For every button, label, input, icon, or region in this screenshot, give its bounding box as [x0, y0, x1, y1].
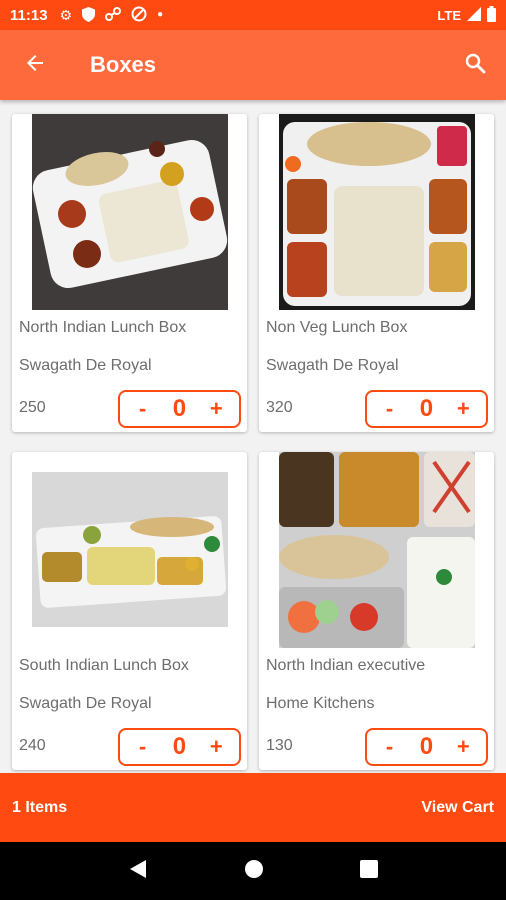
product-image — [32, 452, 228, 648]
signal-icon — [467, 6, 481, 24]
shield-icon — [82, 6, 96, 24]
dot-icon: ● — [157, 9, 164, 20]
vpn-key-icon — [105, 7, 122, 23]
decrement-button[interactable]: - — [128, 396, 158, 422]
data-saver-icon — [131, 6, 147, 24]
decrement-button[interactable]: - — [375, 396, 405, 422]
status-time: 11:13 — [10, 6, 48, 24]
back-button[interactable] — [0, 30, 70, 100]
product-price: 130 — [266, 737, 293, 754]
arrow-back-icon — [23, 51, 47, 80]
app-bar: Boxes — [0, 30, 506, 100]
product-grid: North Indian Lunch Box Swagath De Royal … — [0, 100, 506, 773]
page-title: Boxes — [90, 52, 157, 77]
product-vendor: Swagath De Royal — [19, 357, 152, 374]
network-type: LTE — [437, 7, 461, 23]
quantity-value: 0 — [172, 733, 187, 760]
product-name: North Indian Lunch Box — [19, 319, 187, 336]
system-nav-bar — [0, 842, 506, 900]
product-vendor: Swagath De Royal — [19, 695, 152, 712]
search-icon — [463, 51, 487, 80]
quantity-stepper: - 0 + — [365, 728, 488, 766]
product-name: South Indian Lunch Box — [19, 657, 189, 674]
quantity-value: 0 — [419, 733, 434, 760]
decrement-button[interactable]: - — [128, 734, 158, 760]
view-cart-button[interactable]: View Cart — [421, 799, 494, 817]
search-button[interactable] — [444, 30, 506, 100]
nav-home-icon[interactable] — [244, 859, 264, 884]
nav-recents-icon[interactable] — [360, 859, 378, 883]
increment-button[interactable]: + — [448, 396, 478, 422]
product-card[interactable]: North Indian Lunch Box Swagath De Royal … — [12, 114, 247, 432]
product-card[interactable]: South Indian Lunch Box Swagath De Royal … — [12, 452, 247, 770]
product-name: North Indian executive — [266, 657, 426, 674]
product-vendor: Swagath De Royal — [266, 357, 399, 374]
settings-icon: ⚙ — [59, 7, 73, 23]
product-image — [279, 114, 475, 310]
status-bar: 11:13 ⚙ ● LTE — [0, 0, 506, 30]
product-image — [279, 452, 475, 648]
quantity-stepper: - 0 + — [118, 390, 241, 428]
product-price: 240 — [19, 737, 46, 754]
product-price: 320 — [266, 399, 293, 416]
product-card[interactable]: North Indian executive Home Kitchens 130… — [259, 452, 494, 770]
increment-button[interactable]: + — [448, 734, 478, 760]
battery-icon — [487, 5, 496, 25]
nav-back-icon[interactable] — [128, 858, 148, 885]
product-price: 250 — [19, 399, 46, 416]
increment-button[interactable]: + — [201, 396, 231, 422]
product-image — [32, 114, 228, 310]
quantity-stepper: - 0 + — [118, 728, 241, 766]
quantity-value: 0 — [172, 395, 187, 422]
decrement-button[interactable]: - — [375, 734, 405, 760]
cart-bar[interactable]: 1 Items View Cart — [0, 773, 506, 842]
increment-button[interactable]: + — [201, 734, 231, 760]
quantity-value: 0 — [419, 395, 434, 422]
product-name: Non Veg Lunch Box — [266, 319, 408, 336]
cart-items-count: 1 Items — [12, 798, 68, 816]
product-card[interactable]: Non Veg Lunch Box Swagath De Royal 320 -… — [259, 114, 494, 432]
quantity-stepper: - 0 + — [365, 390, 488, 428]
product-vendor: Home Kitchens — [266, 695, 375, 712]
